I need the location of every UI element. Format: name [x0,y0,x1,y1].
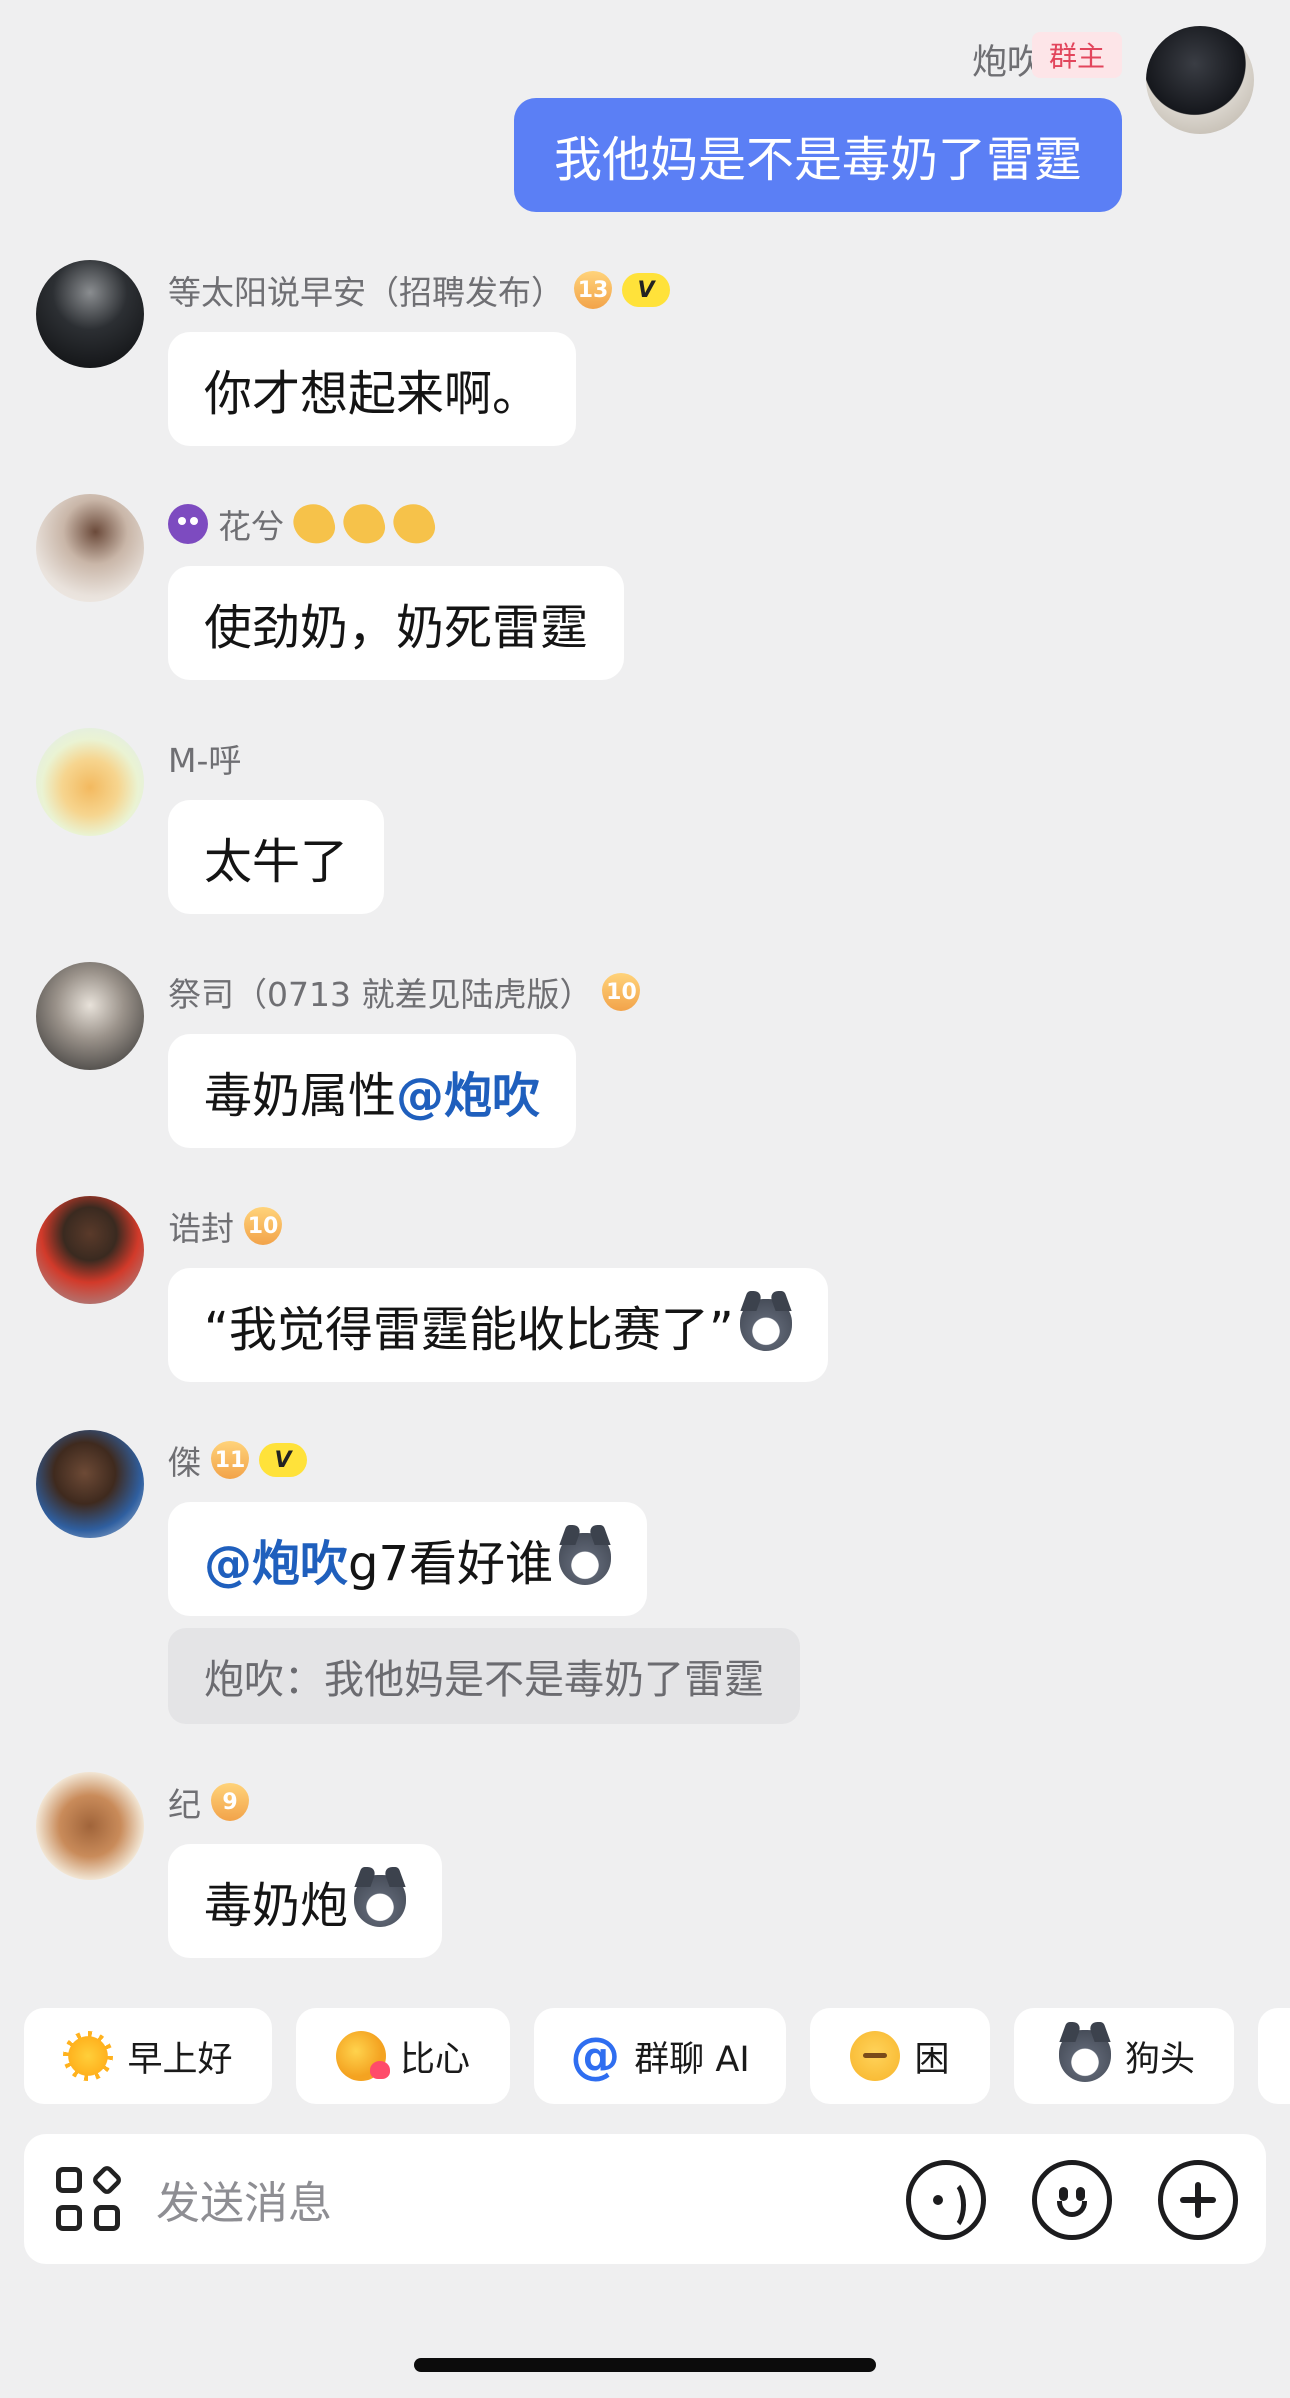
sender-row: 祭司（0713 就差见陆虎版） 10 [168,970,641,1014]
avatar[interactable] [36,260,144,368]
chip-label: 比心 [399,2039,470,2080]
chip-label: 困 [914,2039,950,2080]
chip-label: 群聊 AI [634,2039,750,2080]
quick-reply-chip[interactable]: 比心 [296,2008,510,2104]
sender-name: 傑 [168,1443,201,1482]
quick-reply-chip[interactable]: 狗头 [1014,2008,1234,2104]
group-owner-badge: 群主 [1032,32,1122,78]
message-bubble[interactable]: 使劲奶，奶死雷霆 [168,566,625,680]
quick-reply-chip[interactable]: @ 群聊 AI [534,2008,786,2104]
sender-row: M-呼 [168,736,241,780]
devil-emoji-icon [168,504,208,544]
clap-emoji-icon [289,499,339,549]
sender-row: 傑 11 V [168,1438,307,1482]
message-bubble[interactable]: @炮吹 g7看好谁 [168,1502,648,1616]
sender-name: 诰封 [168,1209,234,1248]
sender-name: 花兮 [218,507,284,546]
chip-label: 早上好 [127,2039,233,2080]
quoted-message[interactable]: 炮吹：我他妈是不是毒奶了雷霆 [168,1628,800,1724]
message-input-bar: 发送消息 [24,2134,1266,2264]
level-badge: 13 [574,271,612,309]
level-badge: 10 [602,973,641,1011]
avatar[interactable] [36,962,144,1070]
clap-emoji-icon [339,499,389,549]
message-bubble[interactable]: “我觉得雷霆能收比赛了” [168,1268,828,1382]
level-badge: 9 [211,1783,249,1821]
avatar[interactable] [36,494,144,602]
message-bubble[interactable]: 你才想起来啊。 [168,332,577,446]
sender-row: 等太阳说早安（招聘发布） 13 V [168,268,670,312]
heart-hand-icon [335,2031,390,2081]
emoji-icon[interactable] [1032,2160,1112,2240]
sender-row: 纪 9 [168,1780,249,1824]
sender-name: M-呼 [168,741,242,780]
message-bubble[interactable]: 太牛了 [168,800,385,914]
dog-head-icon [1058,2030,1111,2082]
message-text: 毒奶炮 [204,1878,349,1934]
chip-label: 狗头 [1124,2039,1195,2080]
quick-reply-chip[interactable] [1258,2008,1290,2104]
avatar[interactable] [36,728,144,836]
clap-emoji-icon [389,499,439,549]
sender-row: 诰封 10 [168,1204,282,1248]
sun-face-icon [63,2031,114,2081]
message-input[interactable]: 发送消息 [156,2134,332,2264]
plus-icon[interactable] [1158,2160,1238,2240]
my-message-bubble[interactable]: 我他妈是不是毒奶了雷霆 [513,98,1122,212]
level-badge: 10 [244,1207,282,1245]
message-text: “我觉得雷霆能收比赛了” [204,1302,734,1358]
quick-reply-chip[interactable]: 早上好 [24,2008,272,2104]
group-chat-screen: 炮吹 群主 我他妈是不是毒奶了雷霆 等太阳说早安（招聘发布） 13 V 你才想起… [0,0,1290,2398]
at-icon: @ [570,2027,621,2085]
mention-link[interactable]: @炮吹 [204,1524,348,1594]
vip-badge: V [622,273,670,307]
mention-link[interactable]: @炮吹 [396,1056,540,1126]
avatar[interactable] [36,1772,144,1880]
message-text: 毒奶属性 [204,1068,397,1124]
message-text: g7看好谁 [348,1536,554,1592]
level-badge: 11 [211,1441,249,1479]
quick-reply-chip[interactable]: 困 [810,2008,990,2104]
vip-badge: V [259,1443,307,1477]
dog-head-emoji-icon [354,1875,407,1927]
message-bubble[interactable]: 毒奶属性 @炮吹 [168,1034,577,1148]
dog-head-emoji-icon [559,1533,612,1585]
sender-name: 等太阳说早安（招聘发布） [168,273,564,312]
avatar[interactable] [36,1430,144,1538]
my-avatar[interactable] [1146,26,1254,134]
avatar[interactable] [36,1196,144,1304]
quick-reply-bar: 早上好 比心 @ 群聊 AI 困 狗头 [24,2008,1290,2104]
sender-name: 祭司（0713 就差见陆虎版） [168,975,593,1014]
message-bubble[interactable]: 毒奶炮 [168,1844,443,1958]
apps-grid-icon[interactable] [56,2163,124,2231]
voice-icon[interactable] [906,2160,986,2240]
home-indicator[interactable] [414,2358,876,2372]
sleepy-face-icon [850,2031,901,2081]
dog-head-emoji-icon [739,1299,792,1351]
sender-row: 花兮 [168,499,439,549]
sender-name: 纪 [168,1785,201,1824]
